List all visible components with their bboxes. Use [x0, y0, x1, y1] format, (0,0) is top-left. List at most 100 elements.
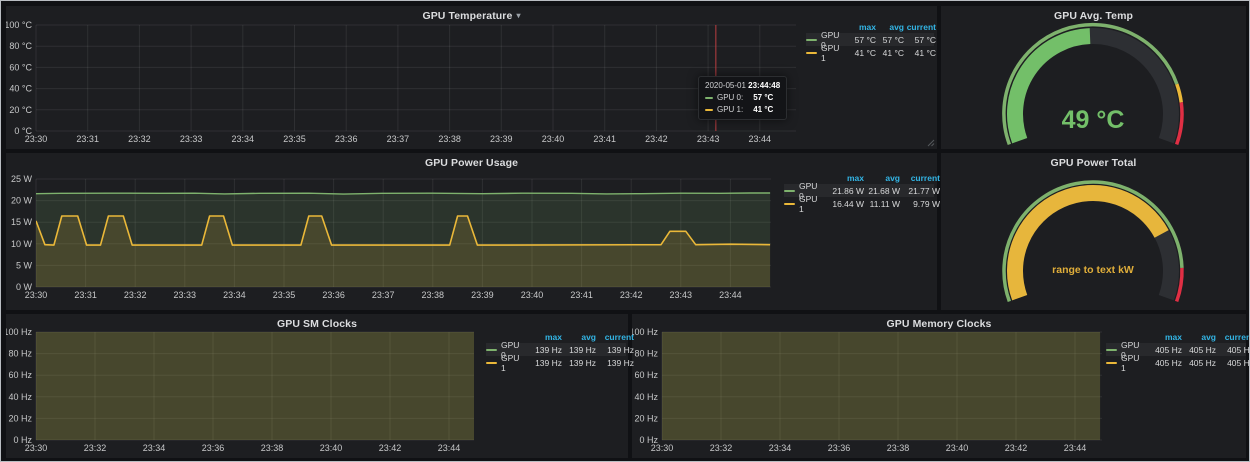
svg-text:23:32: 23:32	[124, 290, 147, 300]
legend-header-current[interactable]: current	[900, 173, 940, 183]
gpu-sm-clocks-legend: maxavgcurrentGPU 0139 Hz139 Hz139 HzGPU …	[486, 330, 626, 369]
svg-text:20 W: 20 W	[11, 196, 33, 206]
series-color-dash-icon	[784, 190, 795, 192]
legend-series-label[interactable]: GPU 1	[799, 194, 824, 214]
tooltip-series-value: 41 °C	[753, 105, 773, 114]
legend-series-label[interactable]: GPU 1	[1121, 353, 1146, 373]
svg-text:23:38: 23:38	[438, 134, 461, 144]
panel-resize-handle[interactable]	[927, 139, 935, 147]
legend-header-current[interactable]: current	[596, 332, 634, 342]
legend-header-max[interactable]: max	[1146, 332, 1182, 342]
series-color-dash-icon	[705, 109, 713, 111]
svg-text:23:39: 23:39	[490, 134, 513, 144]
panel-title-text: GPU Avg. Temp	[1054, 10, 1133, 22]
svg-text:23:44: 23:44	[1064, 443, 1087, 453]
gpu-temperature-plot: 0 °C20 °C40 °C60 °C80 °C100 °C23:3023:31…	[6, 6, 937, 149]
series-color-dash-icon	[486, 349, 497, 351]
legend-stat-value: 57 °C	[876, 35, 904, 45]
svg-text:23:41: 23:41	[570, 290, 593, 300]
svg-text:23:30: 23:30	[25, 443, 48, 453]
svg-text:23:33: 23:33	[174, 290, 197, 300]
gpu-avg-temp-arc: 49 °C	[941, 6, 1246, 149]
legend-header-max[interactable]: max	[526, 332, 562, 342]
panel-title-text: GPU SM Clocks	[277, 318, 357, 330]
legend-header-max[interactable]: max	[824, 173, 864, 183]
svg-text:23:36: 23:36	[335, 134, 358, 144]
legend-stat-value: 405 Hz	[1216, 345, 1250, 355]
legend-stat-value: 139 Hz	[562, 358, 596, 368]
panel-title-gpu-sm-clocks[interactable]: GPU SM Clocks	[6, 318, 628, 330]
svg-text:23:44: 23:44	[438, 443, 461, 453]
legend-series-label[interactable]: GPU 1	[501, 353, 526, 373]
svg-text:23:39: 23:39	[471, 290, 494, 300]
svg-text:23:36: 23:36	[322, 290, 345, 300]
chevron-down-icon: ▾	[516, 11, 520, 20]
legend-series-row: GPU 141 °C41 °C41 °C	[806, 46, 934, 59]
svg-text:23:42: 23:42	[1005, 443, 1028, 453]
series-color-dash-icon	[1106, 349, 1117, 351]
legend-stat-value: 16.44 W	[824, 199, 864, 209]
panel-title-gpu-memory-clocks[interactable]: GPU Memory Clocks	[632, 318, 1246, 330]
svg-text:80 Hz: 80 Hz	[634, 349, 658, 359]
legend-stat-value: 139 Hz	[526, 345, 562, 355]
panel-title-gpu-temperature[interactable]: GPU Temperature▾	[6, 10, 937, 22]
panel-gpu-power-usage: GPU Power Usage 0 W5 W10 W15 W20 W25 W23…	[6, 153, 937, 310]
gpu-power-total-gauge: range to text kW	[941, 153, 1246, 310]
svg-text:23:43: 23:43	[697, 134, 720, 144]
svg-text:23:32: 23:32	[710, 443, 733, 453]
tooltip-series-label: GPU 1:	[717, 105, 743, 114]
legend-header-avg[interactable]: avg	[864, 173, 900, 183]
panel-title-gpu-power-usage[interactable]: GPU Power Usage	[6, 157, 937, 169]
tooltip-series-row: GPU 0:57 °C	[705, 93, 780, 102]
legend-header-max[interactable]: max	[846, 22, 876, 32]
panel-gpu-memory-clocks: GPU Memory Clocks 0 Hz20 Hz40 Hz60 Hz80 …	[632, 314, 1246, 458]
panel-title-gpu-power-total[interactable]: GPU Power Total	[941, 157, 1246, 169]
legend-stat-value: 139 Hz	[562, 345, 596, 355]
svg-text:23:37: 23:37	[387, 134, 410, 144]
legend-stat-value: 11.11 W	[864, 199, 900, 209]
svg-text:23:34: 23:34	[769, 443, 792, 453]
panel-gpu-sm-clocks: GPU SM Clocks 0 Hz20 Hz40 Hz60 Hz80 Hz10…	[6, 314, 628, 458]
legend-series-label[interactable]: GPU 1	[821, 43, 846, 63]
panel-title-gpu-avg-temp[interactable]: GPU Avg. Temp	[941, 10, 1246, 22]
gauge-value-text: 49 °C	[1062, 106, 1125, 134]
legend-stat-value: 405 Hz	[1146, 358, 1182, 368]
legend-header-current[interactable]: current	[904, 22, 936, 32]
svg-text:10 W: 10 W	[11, 239, 33, 249]
series-color-dash-icon	[806, 39, 817, 41]
svg-text:23:30: 23:30	[651, 443, 674, 453]
svg-text:23:37: 23:37	[372, 290, 395, 300]
svg-text:23:34: 23:34	[223, 290, 246, 300]
gpu-temperature-legend: maxavgcurrentGPU 057 °C57 °C57 °CGPU 141…	[806, 20, 934, 59]
legend-stat-value: 139 Hz	[526, 358, 562, 368]
svg-text:40 °C: 40 °C	[9, 84, 32, 94]
panel-gpu-avg-temp: GPU Avg. Temp 49 °C	[941, 6, 1246, 149]
svg-text:23:42: 23:42	[645, 134, 668, 144]
legend-series-row: GPU 1405 Hz405 Hz405 Hz	[1106, 356, 1246, 369]
legend-header-avg[interactable]: avg	[1182, 332, 1216, 342]
legend-header-avg[interactable]: avg	[562, 332, 596, 342]
svg-text:60 Hz: 60 Hz	[634, 370, 658, 380]
legend-header-current[interactable]: current	[1216, 332, 1250, 342]
legend-header-avg[interactable]: avg	[876, 22, 904, 32]
legend-stat-value: 21.68 W	[864, 186, 900, 196]
svg-text:23:32: 23:32	[128, 134, 151, 144]
gauge-value-text: range to text kW	[1052, 264, 1134, 276]
tooltip-series-label: GPU 0:	[717, 93, 743, 102]
svg-text:23:42: 23:42	[620, 290, 643, 300]
svg-text:23:42: 23:42	[379, 443, 402, 453]
svg-text:60 °C: 60 °C	[9, 62, 32, 72]
svg-text:23:36: 23:36	[202, 443, 225, 453]
svg-text:80 Hz: 80 Hz	[8, 349, 32, 359]
svg-text:23:33: 23:33	[180, 134, 203, 144]
legend-stat-value: 57 °C	[846, 35, 876, 45]
svg-text:23:30: 23:30	[25, 134, 48, 144]
svg-text:23:38: 23:38	[261, 443, 284, 453]
legend-stat-value: 21.77 W	[900, 186, 940, 196]
svg-text:20 °C: 20 °C	[9, 105, 32, 115]
gpu-temperature-chart[interactable]: 0 °C20 °C40 °C60 °C80 °C100 °C23:3023:31…	[6, 6, 937, 149]
svg-text:5 W: 5 W	[16, 260, 33, 270]
tooltip-timestamp: 2020-05-01 23:44:48	[705, 81, 780, 90]
svg-text:23:40: 23:40	[521, 290, 544, 300]
svg-text:23:40: 23:40	[320, 443, 343, 453]
